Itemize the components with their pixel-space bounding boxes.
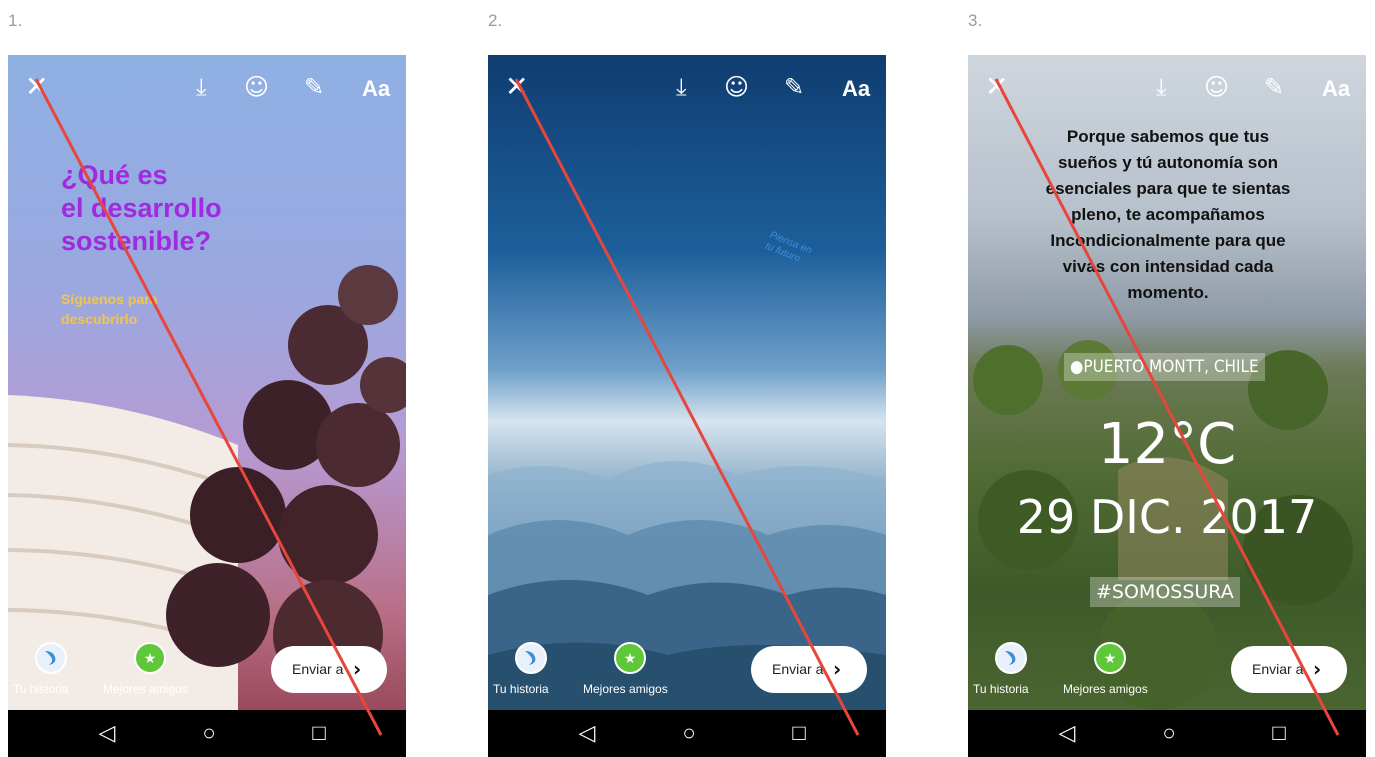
story-paragraph: Porque sabemos que tus sueños y tú auton…	[1008, 124, 1328, 306]
paragraph-line: momento.	[1127, 283, 1209, 302]
home-icon[interactable]: ○	[674, 722, 704, 744]
close-friends-label[interactable]: Mejores amigos	[103, 682, 188, 696]
draw-icon[interactable]: ✎	[784, 73, 804, 101]
text-icon[interactable]: Aa	[362, 75, 390, 103]
paragraph-line: pleno, te acompañamos	[1071, 205, 1265, 224]
sticker-icon[interactable]: ☺	[724, 73, 749, 101]
location-text: PUERTO MONTT, CHILE	[1083, 357, 1259, 377]
leaves-image	[166, 265, 406, 690]
paragraph-line: Porque sabemos que tus	[1066, 127, 1270, 146]
step-label-1: 1.	[8, 11, 23, 30]
download-icon[interactable]: ⤓	[1156, 73, 1167, 101]
your-story-label[interactable]: Tu historia	[13, 682, 69, 696]
send-to-label: Enviar a	[292, 661, 344, 677]
recent-apps-icon[interactable]: □	[1264, 722, 1294, 744]
story-screen-3: ✕ ⤓ ☺ ✎ Aa Porque sabemos que tus sueños…	[968, 55, 1366, 757]
temperature-sticker[interactable]: 12°C	[968, 415, 1366, 475]
story-screen-2: ✕ ⤓ ☺ ✎ Aa Piensa en tu futuro ★ Tu hist…	[488, 55, 886, 757]
story-title-line: sostenible?	[61, 226, 212, 256]
your-story-avatar[interactable]	[995, 642, 1027, 674]
text-icon[interactable]: Aa	[842, 75, 870, 103]
story-subtitle-line: Síguenos para	[61, 291, 158, 307]
star-icon: ★	[1103, 650, 1117, 666]
home-icon[interactable]: ○	[1154, 722, 1184, 744]
paragraph-line: Incondicionalmente para que	[1050, 231, 1286, 250]
sticker-icon[interactable]: ☺	[244, 73, 269, 101]
download-icon[interactable]: ⤓	[676, 73, 687, 101]
story-subtitle-line: descubrirlo	[61, 311, 138, 327]
hashtag-sticker[interactable]: #SOMOSSURA	[1090, 577, 1240, 607]
close-icon[interactable]: ✕	[505, 73, 528, 101]
back-icon[interactable]: ◁	[1052, 722, 1082, 744]
chevron-right-icon: ›	[353, 657, 362, 681]
story-title-line: ¿Qué es	[61, 160, 168, 190]
paragraph-line: esenciales para que te sientas	[1045, 179, 1291, 198]
close-friends-avatar[interactable]: ★	[1094, 642, 1126, 674]
your-story-label[interactable]: Tu historia	[493, 682, 549, 696]
recent-apps-icon[interactable]: □	[784, 722, 814, 744]
send-to-label: Enviar a	[772, 661, 824, 677]
sticker-icon[interactable]: ☺	[1204, 73, 1229, 101]
story-screen-1: ✕ ⤓ ☺ ✎ Aa ¿Qué es el desarrollo sosteni…	[8, 55, 406, 757]
story-subtitle: Síguenos para descubrirlo	[61, 289, 157, 329]
bird-icon	[525, 651, 536, 665]
close-friends-avatar[interactable]: ★	[134, 642, 166, 674]
your-story-avatar[interactable]	[515, 642, 547, 674]
android-nav-bar: ◁ ○ □	[488, 710, 886, 757]
date-sticker[interactable]: 29 DIC. 2017	[968, 490, 1366, 544]
location-sticker[interactable]: ●PUERTO MONTT, CHILE	[1064, 353, 1265, 381]
send-to-label: Enviar a	[1252, 661, 1304, 677]
bird-icon	[45, 651, 56, 665]
chevron-right-icon: ›	[833, 657, 842, 681]
your-story-avatar[interactable]	[35, 642, 67, 674]
text-icon[interactable]: Aa	[1322, 75, 1350, 103]
step-label-3: 3.	[968, 11, 983, 30]
home-icon[interactable]: ○	[194, 722, 224, 744]
back-icon[interactable]: ◁	[572, 722, 602, 744]
star-icon: ★	[143, 650, 157, 666]
draw-icon[interactable]: ✎	[304, 73, 324, 101]
send-to-button[interactable]: Enviar a ›	[1231, 646, 1347, 693]
star-icon: ★	[623, 650, 637, 666]
android-nav-bar: ◁ ○ □	[968, 710, 1366, 757]
draw-icon[interactable]: ✎	[1264, 73, 1284, 101]
download-icon[interactable]: ⤓	[196, 73, 207, 101]
close-icon[interactable]: ✕	[25, 73, 48, 101]
recent-apps-icon[interactable]: □	[304, 722, 334, 744]
story-title: ¿Qué es el desarrollo sostenible?	[61, 159, 222, 258]
close-friends-avatar[interactable]: ★	[614, 642, 646, 674]
send-to-button[interactable]: Enviar a ›	[751, 646, 867, 693]
close-friends-label[interactable]: Mejores amigos	[583, 682, 668, 696]
send-to-button[interactable]: Enviar a ›	[271, 646, 387, 693]
bird-icon	[1005, 651, 1016, 665]
close-friends-label[interactable]: Mejores amigos	[1063, 682, 1148, 696]
android-nav-bar: ◁ ○ □	[8, 710, 406, 757]
close-icon[interactable]: ✕	[985, 73, 1008, 101]
paragraph-line: sueños y tú autonomía son	[1057, 153, 1279, 172]
step-label-2: 2.	[488, 11, 503, 30]
paragraph-line: vivas con intensidad cada	[1062, 257, 1274, 276]
your-story-label[interactable]: Tu historia	[973, 682, 1029, 696]
chevron-right-icon: ›	[1313, 657, 1322, 681]
story-title-line: el desarrollo	[61, 193, 222, 223]
pin-icon: ●	[1070, 357, 1084, 377]
back-icon[interactable]: ◁	[92, 722, 122, 744]
